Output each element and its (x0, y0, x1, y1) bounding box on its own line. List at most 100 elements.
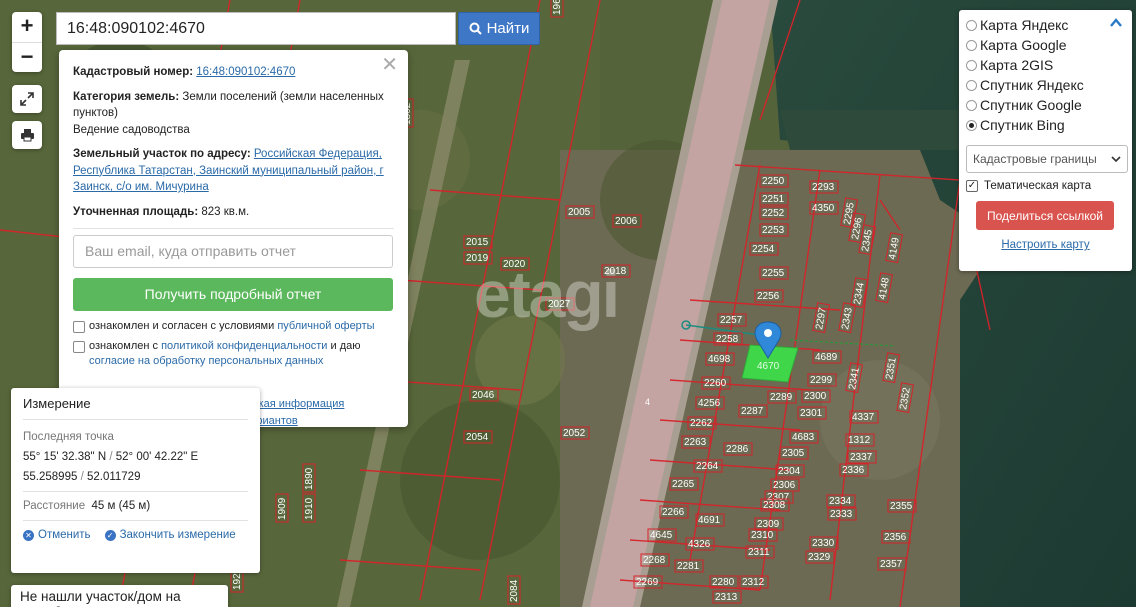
parcel-label[interactable]: 2287 (741, 406, 764, 417)
parcel-label[interactable]: 2305 (782, 448, 805, 459)
layer-option-google-map[interactable]: Карта Google (966, 35, 1125, 55)
radio-bing-satellite[interactable] (966, 119, 977, 131)
thematic-map-toggle[interactable]: ✓ Тематическая карта (966, 180, 1125, 192)
parcel-label[interactable]: 2356 (884, 532, 907, 543)
parcel-label[interactable]: 2286 (726, 444, 749, 455)
parcel-label[interactable]: 2005 (568, 207, 591, 218)
parcel-label[interactable]: 2299 (810, 375, 833, 386)
parcel-label[interactable]: 1910 (304, 497, 315, 520)
parcel-label[interactable]: 4691 (698, 515, 721, 526)
email-field[interactable]: Ваш email, куда отправить отчет (73, 235, 393, 268)
parcel-label[interactable]: 4683 (792, 432, 815, 443)
zoom-in-button[interactable]: + (12, 12, 42, 42)
parcel-label[interactable]: 2355 (890, 501, 913, 512)
parcel-label[interactable]: 2330 (812, 538, 835, 549)
parcel-label[interactable]: 2312 (742, 577, 765, 588)
parcel-label[interactable]: 2015 (466, 237, 489, 248)
radio-google-satellite[interactable] (966, 99, 977, 111)
parcel-label[interactable]: 2263 (684, 437, 707, 448)
layer-option-google-satellite[interactable]: Спутник Google (966, 95, 1125, 115)
parcel-label[interactable]: 4326 (688, 539, 711, 550)
not-found-button[interactable]: Не нашли участок/дом на карте? (11, 585, 228, 607)
parcel-label[interactable]: 2253 (762, 225, 785, 236)
parcel-label[interactable]: 2306 (773, 480, 796, 491)
parcel-label[interactable]: 2046 (472, 390, 495, 401)
parcel-label[interactable]: 1960 (552, 0, 563, 15)
layer-option-yandex-satellite[interactable]: Спутник Яндекс (966, 75, 1125, 95)
public-offer-link[interactable]: публичной оферты (277, 320, 374, 332)
parcel-label[interactable]: 1312 (848, 435, 871, 446)
radio-google-map[interactable] (966, 39, 977, 51)
cadastral-search-input[interactable]: 16:48:090102:4670 (56, 12, 456, 45)
share-link-button[interactable]: Поделиться ссылкой (976, 201, 1114, 230)
close-icon[interactable]: ✕ (381, 55, 398, 75)
parcel-label[interactable]: 2265 (672, 479, 695, 490)
finish-measure-button[interactable]: ✓ Закончить измерение (104, 529, 236, 541)
parcel-label[interactable]: 1890 (304, 467, 315, 490)
parcel-label[interactable]: 2052 (563, 428, 586, 439)
parcel-label[interactable]: 2084 (509, 579, 520, 602)
search-button[interactable]: Найти (458, 12, 540, 45)
privacy-consent-checkbox[interactable] (73, 340, 85, 353)
print-button[interactable] (12, 121, 42, 149)
parcel-label[interactable]: 2264 (696, 461, 719, 472)
offer-consent-checkbox[interactable] (73, 321, 85, 333)
parcel-label[interactable]: 2258 (716, 334, 739, 345)
parcel-label[interactable]: 2334 (829, 496, 852, 507)
layer-option-bing-satellite[interactable]: Спутник Bing (966, 115, 1125, 135)
cancel-measure-button[interactable]: ✕ Отменить (23, 529, 91, 541)
parcel-label[interactable]: 2250 (762, 176, 785, 187)
parcel-label[interactable]: 4256 (698, 398, 721, 409)
parcel-label[interactable]: 2006 (615, 216, 638, 227)
parcel-label[interactable]: 2262 (690, 418, 713, 429)
parcel-label[interactable]: 2269 (636, 577, 659, 588)
cadastral-number-link[interactable]: 16:48:090102:4670 (196, 66, 295, 78)
parcel-label[interactable]: 2313 (715, 592, 738, 603)
parcel-label[interactable]: 2293 (812, 182, 835, 193)
parcel-label[interactable]: 2311 (748, 547, 770, 558)
get-report-button[interactable]: Получить подробный отчет (73, 278, 393, 311)
parcel-label[interactable]: 2268 (643, 555, 666, 566)
parcel-label[interactable]: 2336 (842, 465, 865, 476)
thematic-checkbox[interactable]: ✓ (966, 180, 978, 192)
data-processing-link[interactable]: согласие на обработку персональных данны… (89, 355, 323, 367)
parcel-label[interactable]: 2300 (804, 391, 827, 402)
parcel-label[interactable]: 1909 (277, 497, 288, 520)
parcel-label[interactable]: 2329 (808, 552, 831, 563)
parcel-label[interactable]: 2266 (662, 507, 685, 518)
parcel-label[interactable]: 2333 (830, 509, 853, 520)
parcel-label[interactable]: 2308 (763, 500, 786, 511)
parcel-label[interactable]: 4350 (812, 203, 835, 214)
parcel-label[interactable]: 2054 (466, 432, 489, 443)
parcel-label[interactable]: 2251 (762, 194, 785, 205)
parcel-label[interactable]: 4689 (815, 352, 838, 363)
overlay-select[interactable]: Кадастровые границы (966, 145, 1128, 173)
parcel-label[interactable]: 4337 (852, 412, 875, 423)
radio-yandex-satellite[interactable] (966, 79, 977, 91)
parcel-label[interactable]: 4645 (650, 530, 673, 541)
parcel-label[interactable]: 2255 (762, 268, 785, 279)
parcel-label[interactable]: 2281 (677, 561, 700, 572)
parcel-label[interactable]: 2254 (752, 244, 775, 255)
zoom-out-button[interactable]: − (12, 42, 42, 72)
parcel-label[interactable]: 2256 (757, 291, 780, 302)
parcel-label[interactable]: 2304 (778, 466, 801, 477)
parcel-label[interactable]: 2301 (800, 408, 823, 419)
privacy-policy-link[interactable]: политикой конфиденциальности (161, 340, 327, 352)
radio-2gis-map[interactable] (966, 59, 977, 71)
chevron-up-icon[interactable] (1109, 16, 1123, 30)
radio-yandex-map[interactable] (966, 19, 977, 31)
layer-option-2gis-map[interactable]: Карта 2GIS (966, 55, 1125, 75)
parcel-label[interactable]: 2289 (770, 392, 793, 403)
parcel-label[interactable]: 2257 (720, 315, 743, 326)
parcel-label[interactable]: 2309 (757, 519, 780, 530)
parcel-label[interactable]: 2337 (850, 452, 873, 463)
parcel-label[interactable]: 2280 (712, 577, 735, 588)
layer-option-yandex-map[interactable]: Карта Яндекс (966, 15, 1125, 35)
parcel-label[interactable]: 4698 (708, 354, 731, 365)
configure-map-link[interactable]: Настроить карту (966, 239, 1125, 251)
parcel-label[interactable]: 2252 (762, 208, 785, 219)
parcel-label[interactable]: 2260 (704, 378, 727, 389)
fullscreen-button[interactable] (12, 85, 42, 113)
parcel-label[interactable]: 2310 (751, 530, 774, 541)
